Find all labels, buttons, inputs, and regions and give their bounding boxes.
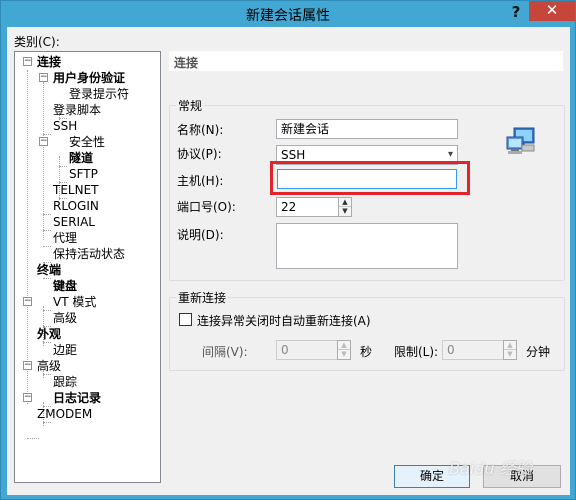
interval-spinner[interactable]: ▲ ▼ — [337, 340, 351, 360]
tree-item-terminal[interactable]: 终端 — [37, 263, 61, 277]
interval-label: 间隔(V): — [202, 345, 248, 359]
tree-item-keepalive[interactable]: 保持活动状态 — [53, 247, 125, 261]
limit-input[interactable]: 0 — [442, 340, 506, 360]
chevron-down-icon: ▾ — [447, 149, 453, 160]
expand-auth-icon[interactable]: − — [39, 73, 48, 82]
tree-item-rlogin[interactable]: RLOGIN — [53, 199, 99, 213]
close-button[interactable]: ✕ — [529, 1, 575, 21]
dialog-body: 类别(C): − − − − − − 连接 用户身份验证 登录提示符 登录脚本 … — [7, 27, 570, 495]
interval-unit: 秒 — [360, 345, 373, 359]
tree-item-sftp[interactable]: SFTP — [69, 167, 98, 181]
reconnect-group-title: 重新连接 — [176, 289, 229, 306]
category-tree[interactable]: − − − − − − 连接 用户身份验证 登录提示符 登录脚本 SSH 安全性… — [14, 51, 161, 483]
settings-panel: 连接 常规 名称(N): 新建会话 协议(P): SSH ▾ 主机(H): 端口… — [169, 51, 565, 467]
tree-item-logging[interactable]: 日志记录 — [53, 391, 101, 405]
tree-item-advanced[interactable]: 高级 — [37, 359, 61, 373]
tree-item-zmodem[interactable]: ZMODEM — [37, 407, 92, 421]
auto-reconnect-checkbox[interactable] — [179, 313, 192, 326]
computer-network-icon — [506, 127, 535, 154]
tree-item-serial[interactable]: SERIAL — [53, 215, 95, 229]
expand-appearance-icon[interactable]: − — [23, 361, 32, 370]
port-label: 端口号(O): — [177, 200, 236, 214]
tree-item-connection[interactable]: 连接 — [37, 55, 61, 69]
spin-up-icon[interactable]: ▲ — [504, 341, 516, 350]
expand-advanced-icon[interactable]: − — [23, 393, 32, 402]
tree-item-tunnel[interactable]: 隧道 — [69, 151, 93, 165]
description-input[interactable] — [276, 223, 458, 269]
title-bar[interactable]: 新建会话属性 ? ✕ — [1, 1, 575, 27]
tree-item-user-auth[interactable]: 用户身份验证 — [53, 71, 125, 85]
expand-connection-icon[interactable]: − — [23, 57, 32, 66]
tree-item-keyboard[interactable]: 键盘 — [53, 279, 77, 293]
spin-down-icon[interactable]: ▼ — [339, 207, 351, 216]
name-input[interactable]: 新建会话 — [276, 119, 458, 139]
name-label: 名称(N): — [177, 123, 224, 137]
spin-up-icon[interactable]: ▲ — [338, 341, 350, 350]
port-input[interactable]: 22 — [276, 197, 340, 217]
expand-terminal-icon[interactable]: − — [23, 297, 32, 306]
category-label: 类别(C): — [14, 35, 60, 49]
tree-item-telnet[interactable]: TELNET — [53, 183, 99, 197]
interval-input[interactable]: 0 — [276, 340, 340, 360]
tree-item-proxy[interactable]: 代理 — [53, 231, 77, 245]
limit-unit: 分钟 — [526, 345, 551, 359]
protocol-value: SSH — [281, 148, 306, 162]
auto-reconnect-label[interactable]: 连接异常关闭时自动重新连接(A) — [197, 312, 371, 329]
spin-up-icon[interactable]: ▲ — [339, 198, 351, 207]
protocol-label: 协议(P): — [177, 147, 222, 161]
tree-item-vt-mode[interactable]: VT 模式 — [53, 295, 96, 309]
dialog-window: 新建会话属性 ? ✕ 类别(C): − − − − − − 连接 用户身份验证 … — [0, 0, 576, 500]
limit-label: 限制(L): — [394, 345, 439, 359]
spin-down-icon[interactable]: ▼ — [504, 350, 516, 359]
tree-item-terminal-advanced[interactable]: 高级 — [53, 311, 77, 325]
section-header: 连接 — [169, 51, 563, 71]
tree-item-appearance[interactable]: 外观 — [37, 327, 61, 341]
tree-item-margins[interactable]: 边距 — [53, 343, 77, 357]
baidu-watermark: Baidu 经验 — [449, 459, 532, 478]
tree-item-security[interactable]: 安全性 — [69, 135, 105, 149]
limit-spinner[interactable]: ▲ ▼ — [503, 340, 517, 360]
tree-item-trace[interactable]: 跟踪 — [53, 375, 77, 389]
host-label: 主机(H): — [177, 174, 224, 188]
window-title: 新建会话属性 — [246, 8, 330, 24]
tree-item-ssh[interactable]: SSH — [53, 119, 77, 133]
host-highlight-box — [270, 161, 470, 195]
help-button[interactable]: ? — [509, 3, 523, 23]
expand-ssh-icon[interactable]: − — [39, 137, 48, 146]
port-spinner[interactable]: ▲ ▼ — [338, 197, 352, 217]
description-label: 说明(D): — [177, 228, 224, 242]
general-group-title: 常规 — [176, 97, 205, 114]
spin-down-icon[interactable]: ▼ — [338, 350, 350, 359]
tree-item-login-prompt[interactable]: 登录提示符 — [69, 87, 129, 101]
tree-item-login-script[interactable]: 登录脚本 — [53, 103, 101, 117]
